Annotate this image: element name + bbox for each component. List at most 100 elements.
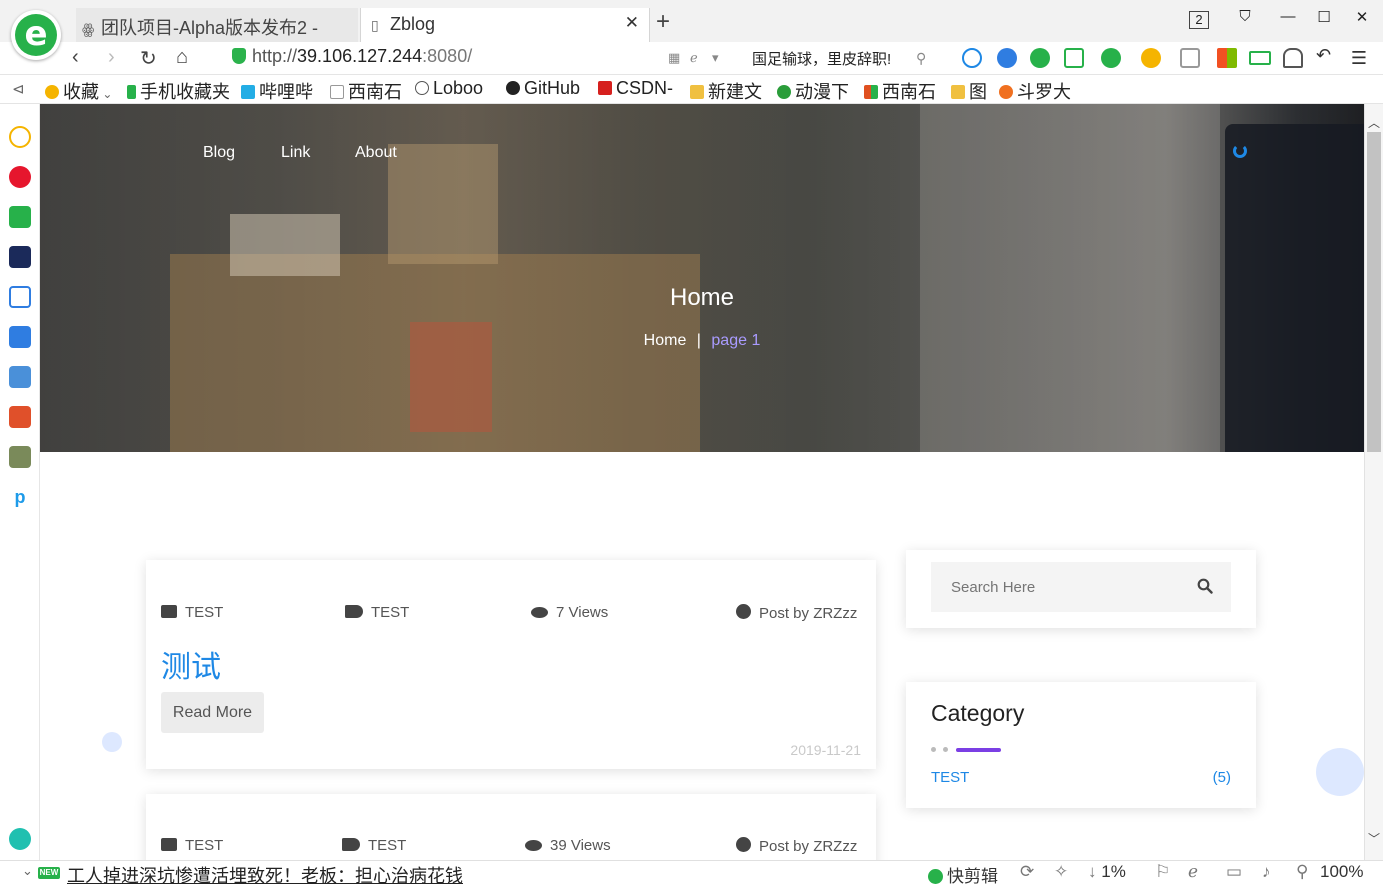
scroll-up-icon[interactable]: ︿ (1368, 114, 1380, 131)
minimize-icon[interactable]: — (1276, 8, 1300, 25)
flag-icon[interactable]: ⚐ (1155, 862, 1170, 882)
back-icon[interactable]: ‹ (72, 46, 79, 69)
nav-about[interactable]: About (355, 144, 397, 162)
window-count-badge[interactable]: 2 (1189, 11, 1209, 29)
bookmark-item[interactable]: 动漫下 (777, 78, 849, 104)
scroll-down-icon[interactable]: ﹀ (1368, 830, 1380, 847)
battery-icon[interactable] (1249, 51, 1271, 65)
bookmark-item[interactable]: 手机收藏夹 (127, 78, 230, 104)
github-icon (506, 81, 520, 95)
weibo-icon[interactable] (9, 166, 31, 188)
browser-logo-icon[interactable]: e (11, 10, 61, 60)
translate-icon[interactable] (997, 48, 1017, 68)
tab-zblog[interactable]: ▯ Zblog ✕ (360, 8, 650, 42)
chevron-down-icon[interactable]: ⌄ (22, 863, 33, 879)
qr-code-icon[interactable]: ▦ (668, 50, 680, 66)
skin-icon[interactable]: ⛉ (1233, 8, 1257, 25)
window-close-icon[interactable]: ✕ (1350, 8, 1374, 26)
category-item-test[interactable]: TEST (931, 769, 969, 786)
zoom-icon[interactable]: ⚲ (1296, 862, 1308, 882)
bookmark-item[interactable]: 西南石 (330, 78, 402, 104)
loboo-icon: ꙮ (82, 21, 95, 37)
mail-icon[interactable] (9, 206, 31, 228)
category-count: (5) (1212, 769, 1231, 786)
search-input[interactable] (931, 562, 1181, 612)
wechat-icon[interactable] (1030, 48, 1050, 68)
ie-mode-icon[interactable]: ℯ (690, 50, 698, 66)
user-icon (736, 604, 751, 619)
page-scrollbar[interactable]: ︿ ﹀ (1364, 104, 1383, 860)
bookmark-item[interactable]: Loboo (415, 78, 483, 99)
menu-icon[interactable]: ☰ (1351, 48, 1367, 69)
post-tag[interactable]: TEST (345, 604, 409, 621)
post-views-label: 39 Views (550, 837, 611, 854)
tab-label: Zblog (390, 14, 436, 34)
speed-icon[interactable]: ⟳ (1020, 862, 1034, 882)
bookmark-item[interactable]: CSDN- (598, 78, 673, 99)
play-icon (928, 869, 943, 884)
sidebar-toggle-icon[interactable]: ⊲ (12, 80, 25, 98)
news-ticker-link[interactable]: 工人掉进深坑惨遭活埋致死！老板：担心治病花钱 (67, 862, 463, 884)
chat-icon[interactable] (9, 326, 31, 348)
tab-alpha-release[interactable]: ꙮ 团队项目-Alpha版本发布2 - (76, 8, 358, 42)
add-app-icon[interactable] (9, 828, 31, 850)
magnifier-icon[interactable] (962, 48, 982, 68)
bookmark-item[interactable]: 西南石 (864, 78, 936, 104)
dropdown-icon[interactable]: ▾ (712, 50, 719, 66)
favorites-icon[interactable] (9, 126, 31, 148)
undo-icon[interactable]: ↶ (1316, 45, 1336, 65)
headphones-icon[interactable] (1283, 48, 1303, 68)
volume-icon[interactable]: ♪ (1262, 862, 1271, 882)
post-category-label: TEST (185, 604, 224, 621)
forward-icon[interactable]: › (108, 46, 115, 69)
bookmark-item[interactable]: GitHub (506, 78, 580, 99)
window-icon[interactable]: ▭ (1226, 862, 1242, 882)
tools-icon[interactable]: ✧ (1054, 862, 1068, 882)
csdn-icon (598, 81, 612, 95)
page-viewport: Blog Link About Home Home | page 1 TEST … (40, 104, 1364, 860)
new-tab-button[interactable]: + (656, 8, 670, 36)
ie-icon[interactable]: ℯ (1188, 862, 1198, 882)
quick-clip-button[interactable]: 快剪辑 (928, 862, 998, 884)
hot-search-text[interactable]: 国足输球，里皮辞职! (752, 48, 891, 69)
home-icon[interactable]: ⌂ (176, 46, 188, 69)
word-icon[interactable] (9, 286, 31, 308)
apps-icon[interactable] (1217, 48, 1237, 68)
category-underline (931, 741, 1001, 759)
pay-icon[interactable]: p (9, 486, 31, 508)
reload-icon[interactable]: ↻ (140, 46, 157, 71)
translate-green-icon[interactable] (1101, 48, 1121, 68)
read-more-button[interactable]: Read More (161, 692, 264, 733)
post-category[interactable]: TEST (161, 837, 223, 854)
bookmark-item[interactable]: 斗罗大 (999, 78, 1071, 104)
search-icon[interactable] (1197, 578, 1213, 594)
bookmark-item[interactable]: 新建文 (690, 78, 762, 104)
url-field[interactable]: http://39.106.127.244:8080/ (232, 46, 662, 72)
game3-icon[interactable] (9, 446, 31, 468)
breadcrumb-home[interactable]: Home (644, 332, 687, 349)
post-date: 2019-11-21 (790, 742, 861, 758)
nav-link[interactable]: Link (281, 144, 310, 162)
browser-sidebar: p (0, 104, 40, 860)
nav-blog[interactable]: Blog (203, 144, 235, 162)
screenshot-icon[interactable] (1064, 48, 1084, 68)
scrollbar-thumb[interactable] (1367, 132, 1381, 452)
coupon-icon[interactable] (1141, 48, 1161, 68)
bookmark-item[interactable]: 哔哩哔 (241, 78, 313, 104)
image-icon[interactable] (1180, 48, 1200, 68)
news-icon[interactable] (9, 246, 31, 268)
maximize-icon[interactable]: ☐ (1312, 8, 1336, 26)
zoom-level[interactable]: 100% (1320, 862, 1363, 882)
breadcrumb: Home | page 1 (40, 332, 1364, 350)
video-icon (999, 85, 1013, 99)
post-category[interactable]: TEST (161, 604, 223, 621)
post-tag[interactable]: TEST (342, 837, 406, 854)
search-icon[interactable]: ⚲ (916, 50, 926, 67)
post-title[interactable]: 测试 (161, 642, 221, 686)
game-icon[interactable] (9, 366, 31, 388)
game2-icon[interactable] (9, 406, 31, 428)
close-tab-icon[interactable]: ✕ (625, 13, 639, 33)
download-status[interactable]: ↓ 1% (1088, 862, 1126, 882)
bookmark-item[interactable]: 收藏 ⌄ (45, 78, 112, 104)
bookmark-item[interactable]: 图 (951, 78, 987, 104)
